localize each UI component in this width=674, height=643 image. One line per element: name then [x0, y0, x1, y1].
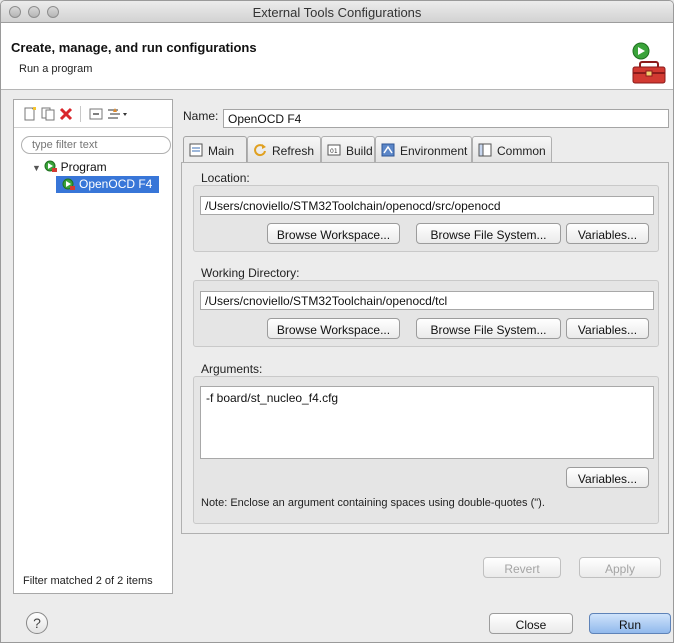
configurations-toolbar	[14, 100, 172, 128]
filter-input[interactable]	[21, 136, 171, 154]
svg-text:01: 01	[330, 148, 338, 155]
duplicate-icon[interactable]	[41, 107, 55, 121]
main-tab-icon	[189, 143, 203, 157]
location-label: Location:	[201, 171, 250, 185]
run-button[interactable]: Run	[589, 613, 671, 634]
main-tab-content: Location: Browse Workspace... Browse Fil…	[181, 162, 669, 534]
location-variables-button[interactable]: Variables...	[566, 223, 649, 244]
build-icon: 01	[327, 144, 341, 156]
tab-common[interactable]: Common	[472, 136, 552, 162]
working-directory-group: Browse Workspace... Browse File System..…	[193, 280, 659, 347]
location-browse-workspace-button[interactable]: Browse Workspace...	[267, 223, 400, 244]
common-icon	[478, 143, 492, 157]
filter-icon[interactable]	[107, 107, 129, 121]
workdir-browse-filesystem-button[interactable]: Browse File System...	[416, 318, 561, 339]
tree-item-program[interactable]: ▼ Program	[32, 160, 107, 176]
tab-refresh[interactable]: Refresh	[247, 136, 321, 162]
arguments-label: Arguments:	[201, 362, 263, 376]
banner-title: Create, manage, and run configurations	[11, 40, 257, 55]
location-browse-filesystem-button[interactable]: Browse File System...	[416, 223, 561, 244]
name-label: Name:	[183, 109, 219, 123]
tree-category-label: Program	[60, 160, 107, 174]
tab-main[interactable]: Main	[183, 136, 247, 163]
location-group: Browse Workspace... Browse File System..…	[193, 185, 659, 252]
banner-subtitle: Run a program	[19, 63, 93, 75]
toolbox-icon	[632, 42, 666, 84]
working-directory-field[interactable]	[200, 291, 654, 310]
tab-build[interactable]: 01 Build	[321, 136, 375, 162]
config-icon	[62, 178, 75, 190]
tree-item-label: OpenOCD F4	[79, 177, 153, 191]
revert-button[interactable]: Revert	[483, 557, 561, 578]
arguments-note: Note: Enclose an argument containing spa…	[201, 497, 545, 509]
name-input[interactable]	[223, 109, 669, 128]
environment-icon	[381, 143, 395, 157]
close-button[interactable]: Close	[489, 613, 573, 634]
filter-status: Filter matched 2 of 2 items	[23, 575, 153, 587]
window-title: External Tools Configurations	[252, 5, 422, 20]
external-tools-dialog: External Tools Configurations Create, ma…	[0, 0, 674, 643]
expand-arrow-icon[interactable]: ▼	[32, 163, 41, 173]
tree-item-openocd-f4[interactable]: OpenOCD F4	[56, 176, 159, 193]
new-config-icon[interactable]	[23, 107, 37, 121]
arguments-field[interactable]: -f board/st_nucleo_f4.cfg	[200, 386, 654, 459]
apply-button[interactable]: Apply	[579, 557, 661, 578]
working-directory-label: Working Directory:	[201, 266, 300, 280]
delete-icon[interactable]	[59, 107, 73, 121]
tab-environment[interactable]: Environment	[375, 136, 472, 162]
program-icon	[44, 160, 58, 172]
help-icon[interactable]: ?	[26, 612, 48, 634]
arguments-variables-button[interactable]: Variables...	[566, 467, 649, 488]
location-field[interactable]	[200, 196, 654, 215]
title-bar: External Tools Configurations	[1, 1, 673, 23]
workdir-variables-button[interactable]: Variables...	[566, 318, 649, 339]
collapse-all-icon[interactable]	[89, 107, 103, 121]
dialog-banner: Create, manage, and run configurations R…	[1, 23, 673, 90]
refresh-icon	[254, 144, 266, 157]
workdir-browse-workspace-button[interactable]: Browse Workspace...	[267, 318, 400, 339]
configurations-panel: ▼ Program OpenOCD F4 Filter matched 2 of…	[13, 99, 173, 594]
